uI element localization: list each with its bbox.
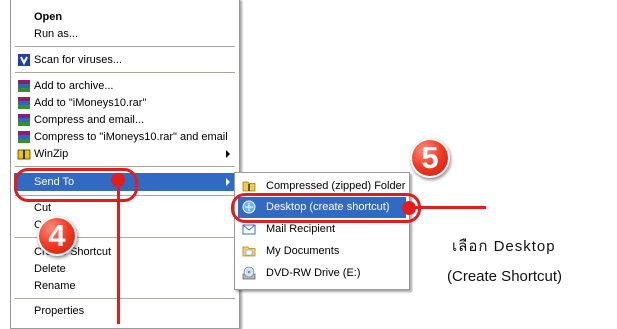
send-to-submenu: Compressed (zipped) Folder Desktop (crea… bbox=[234, 172, 410, 290]
pointer-dot-step4 bbox=[111, 173, 125, 187]
menu-item-label: Open bbox=[34, 11, 63, 23]
pointer-line-step4 bbox=[117, 182, 120, 324]
menu-item-open[interactable]: Open bbox=[14, 8, 236, 26]
menu-item-label: WinZip bbox=[34, 148, 69, 160]
submenu-arrow-icon bbox=[226, 178, 230, 186]
menu-item-label: Add to "iMoneys10.rar" bbox=[34, 97, 147, 109]
menu-item-label: Compress to "iMoneys10.rar" and email bbox=[34, 131, 228, 143]
winrar-icon bbox=[17, 130, 31, 144]
instruction-line-1: เลือก Desktop bbox=[452, 238, 556, 255]
menu-item-delete[interactable]: Delete bbox=[14, 260, 236, 278]
submenu-item-label: Mail Recipient bbox=[266, 223, 336, 235]
step-badge-5: 5 bbox=[410, 138, 450, 178]
menu-item-rename[interactable]: Rename bbox=[14, 277, 236, 295]
winrar-icon bbox=[17, 113, 31, 127]
shield-icon bbox=[17, 53, 31, 67]
dvd-drive-icon bbox=[242, 266, 256, 280]
folder-icon bbox=[242, 244, 256, 258]
zip-folder-icon bbox=[242, 179, 256, 193]
submenu-item-label: DVD-RW Drive (E:) bbox=[266, 267, 361, 279]
winrar-icon bbox=[17, 79, 31, 93]
menu-item-label: Properties bbox=[34, 305, 85, 317]
winrar-icon bbox=[17, 96, 31, 110]
menu-item-scan-viruses[interactable]: Scan for viruses... bbox=[14, 51, 236, 69]
menu-item-compress-email[interactable]: Compress and email... bbox=[14, 111, 236, 129]
menu-separator bbox=[15, 46, 235, 47]
submenu-item-label: Compressed (zipped) Folder bbox=[266, 180, 406, 192]
desktop-highlight-ring bbox=[231, 193, 421, 223]
submenu-item-label: My Documents bbox=[266, 245, 340, 257]
menu-item-winzip[interactable]: WinZip bbox=[14, 145, 236, 163]
menu-item-label: Rename bbox=[34, 280, 76, 292]
pointer-line-step5 bbox=[408, 206, 486, 209]
context-menu: Open Run as... Scan for viruses... Add t… bbox=[10, 0, 240, 329]
instruction-line-2: (Create Shortcut) bbox=[447, 268, 563, 285]
submenu-item-dvd-drive[interactable]: DVD-RW Drive (E:) bbox=[238, 263, 406, 284]
submenu-arrow-icon bbox=[226, 150, 230, 158]
menu-item-compress-rar-email[interactable]: Compress to "iMoneys10.rar" and email bbox=[14, 128, 236, 146]
winzip-icon bbox=[17, 147, 31, 161]
menu-item-label: Cut bbox=[34, 202, 52, 214]
menu-item-run-as[interactable]: Run as... bbox=[14, 25, 236, 43]
menu-item-label: Delete bbox=[34, 263, 66, 275]
step-badge-4: 4 bbox=[37, 216, 77, 256]
submenu-item-my-documents[interactable]: My Documents bbox=[238, 241, 406, 262]
menu-separator bbox=[15, 166, 235, 167]
menu-item-properties[interactable]: Properties bbox=[14, 302, 236, 320]
menu-separator bbox=[15, 72, 235, 73]
menu-item-label: Compress and email... bbox=[34, 114, 145, 126]
mail-icon bbox=[242, 222, 256, 236]
menu-item-label: Run as... bbox=[34, 28, 79, 40]
menu-separator bbox=[15, 298, 235, 299]
menu-item-label: Scan for viruses... bbox=[34, 54, 123, 66]
menu-item-label: Add to archive... bbox=[34, 80, 114, 92]
menu-item-add-archive[interactable]: Add to archive... bbox=[14, 77, 236, 95]
menu-item-add-to-rar[interactable]: Add to "iMoneys10.rar" bbox=[14, 94, 236, 112]
pointer-dot-step5 bbox=[402, 201, 416, 215]
